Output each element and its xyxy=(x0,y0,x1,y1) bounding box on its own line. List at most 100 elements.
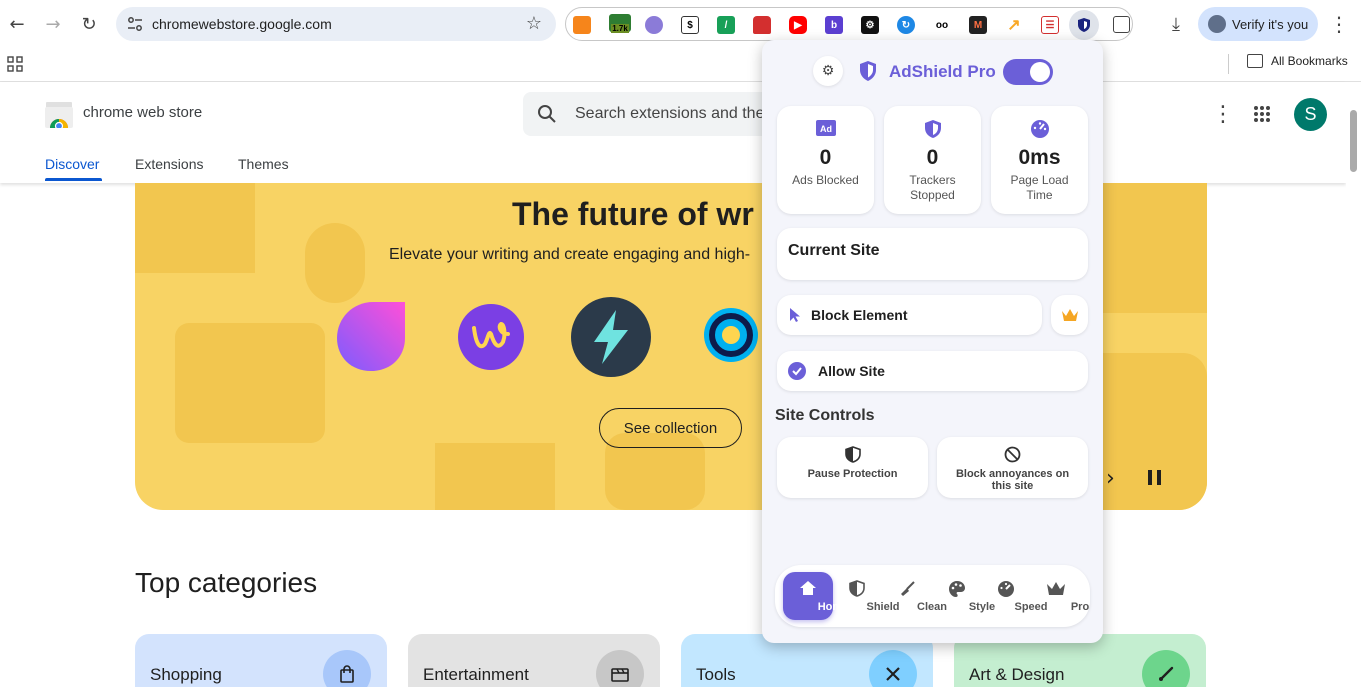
extensions-bar: 1.7k $ / ▶ b ⚙ ↻ oo M ↗ ☰ xyxy=(565,7,1133,41)
nav-home[interactable]: Home xyxy=(783,572,848,620)
svg-text:Ad: Ad xyxy=(820,124,832,134)
ghost-extension-icon[interactable] xyxy=(645,16,663,34)
block-element-label: Block Element xyxy=(811,307,908,323)
account-avatar[interactable]: S xyxy=(1294,98,1327,131)
current-site-heading: Current Site xyxy=(788,242,880,259)
shield-logo-icon xyxy=(860,61,876,81)
brush-icon xyxy=(1142,650,1190,687)
tab-discover[interactable]: Discover xyxy=(45,156,99,172)
more-options-icon[interactable]: ⋮ xyxy=(1212,102,1234,127)
pdf-extension-icon[interactable]: ☰ xyxy=(1041,16,1059,34)
stat-trackers-stopped: 0 Trackers Stopped xyxy=(884,106,981,214)
stripe-extension-icon[interactable]: $ xyxy=(681,16,699,34)
toggle-knob xyxy=(1030,62,1050,82)
pause-protection-button[interactable]: Pause Protection xyxy=(777,437,928,498)
lightning-app-icon[interactable] xyxy=(570,296,652,378)
shield-half-icon xyxy=(845,446,861,463)
gauge-icon xyxy=(1030,120,1049,138)
store-name: chrome web store xyxy=(83,104,203,121)
search-icon xyxy=(538,105,556,123)
adshield-extension-button[interactable] xyxy=(1069,10,1099,40)
downloads-icon[interactable]: ⤓ xyxy=(1162,10,1190,38)
ad-icon: Ad xyxy=(815,120,836,136)
movie-icon xyxy=(596,650,644,687)
site-controls-heading: Site Controls xyxy=(775,407,875,424)
metamask-icon[interactable] xyxy=(573,16,591,34)
banner-subtitle: Elevate your writing and create engaging… xyxy=(389,246,751,263)
page-load-label: Page Load Time xyxy=(1010,173,1069,202)
tools-icon xyxy=(869,650,917,687)
dark-extension-icon[interactable]: M xyxy=(969,16,987,34)
tab-themes[interactable]: Themes xyxy=(238,156,289,172)
folder-icon xyxy=(1247,54,1263,68)
nav-clean[interactable]: Clean xyxy=(882,572,947,620)
wordtune-app-icon[interactable] xyxy=(458,304,524,370)
allow-site-label: Allow Site xyxy=(818,363,885,379)
nav-shield[interactable]: Shield xyxy=(833,572,900,620)
top-categories-heading: Top categories xyxy=(135,567,318,598)
block-icon xyxy=(1004,446,1021,463)
broom-icon xyxy=(901,581,915,596)
spark-extension-icon[interactable]: ↗ xyxy=(1005,16,1023,34)
category-card-shopping[interactable]: Shopping xyxy=(135,634,387,687)
allow-site-button[interactable]: Allow Site xyxy=(777,351,1088,391)
swirl-app-icon[interactable] xyxy=(702,307,760,363)
page-scrollbar[interactable] xyxy=(1346,82,1361,687)
blue-extension-icon[interactable]: ↻ xyxy=(897,16,915,34)
block-annoyances-button[interactable]: Block annoyances on this site xyxy=(937,437,1088,498)
purple-extension-icon[interactable]: b xyxy=(825,16,843,34)
check-circle-icon xyxy=(788,362,806,380)
nav-pro[interactable]: Pro xyxy=(1030,572,1089,620)
page-load-value: 0ms xyxy=(1018,146,1061,169)
crown-icon xyxy=(1061,309,1078,321)
scrollbar-thumb[interactable] xyxy=(1350,110,1357,172)
nav-style[interactable]: Style xyxy=(932,572,995,620)
category-card-entertainment[interactable]: Entertainment xyxy=(408,634,660,687)
black-extension-icon[interactable]: ⚙ xyxy=(861,16,879,34)
address-bar[interactable]: chromewebstore.google.com ☆ xyxy=(116,7,556,41)
nav-speed[interactable]: Speed xyxy=(981,572,1048,620)
all-bookmarks-link[interactable]: All Bookmarks xyxy=(1271,54,1348,68)
protection-toggle[interactable] xyxy=(1003,59,1053,85)
green-extension-icon[interactable]: / xyxy=(717,16,735,34)
store-search-input[interactable]: Search extensions and the xyxy=(523,92,773,136)
extension-badge-icon[interactable]: 1.7k xyxy=(609,14,631,33)
pro-crown-button[interactable] xyxy=(1051,295,1088,335)
profile-avatar xyxy=(1208,15,1226,33)
settings-button[interactable]: ⚙ xyxy=(813,56,843,86)
shield-nav-icon xyxy=(849,580,865,597)
adshield-shield-icon xyxy=(1078,18,1090,32)
drop-app-icon[interactable] xyxy=(335,300,407,372)
bookmarks-divider xyxy=(1228,54,1229,74)
forward-icon[interactable]: → xyxy=(39,10,67,38)
profile-verify-button[interactable]: Verify it's you xyxy=(1198,7,1318,41)
back-icon[interactable]: ← xyxy=(3,10,31,38)
current-site-card: Current Site xyxy=(777,228,1088,280)
google-apps-icon[interactable] xyxy=(1253,105,1271,123)
chevron-right-icon[interactable]: › xyxy=(1106,466,1115,491)
bookmarks-bar: All Bookmarks xyxy=(0,48,1361,82)
reload-icon[interactable]: ↻ xyxy=(75,10,103,38)
url-text: chromewebstore.google.com xyxy=(152,16,332,32)
puzzle-extensions-icon[interactable] xyxy=(1113,16,1130,33)
ads-blocked-value: 0 xyxy=(819,146,832,169)
browser-menu-icon[interactable]: ⋮ xyxy=(1325,10,1353,38)
glasses-extension-icon[interactable]: oo xyxy=(933,16,951,34)
brand-name: AdShield Pro xyxy=(889,62,996,81)
see-collection-button[interactable]: See collection xyxy=(599,408,742,448)
cursor-pointer-icon xyxy=(790,308,800,322)
trackers-stopped-value: 0 xyxy=(926,146,939,169)
block-annoyances-label: Block annoyances on this site xyxy=(955,468,1070,492)
youtube-extension-icon[interactable]: ▶ xyxy=(789,16,807,34)
apps-grid-icon[interactable] xyxy=(7,56,23,72)
site-info-icon[interactable] xyxy=(126,15,144,33)
palette-icon xyxy=(949,581,965,597)
pause-icon[interactable] xyxy=(1148,470,1161,485)
tab-extensions[interactable]: Extensions xyxy=(135,156,203,172)
block-element-button[interactable]: Block Element xyxy=(777,295,1042,335)
speedometer-icon xyxy=(998,581,1014,597)
bookmark-star-icon[interactable]: ☆ xyxy=(526,13,542,34)
pause-protection-label: Pause Protection xyxy=(807,468,898,480)
banner-title: The future of wr xyxy=(512,196,754,232)
lock-extension-icon[interactable] xyxy=(753,16,771,34)
